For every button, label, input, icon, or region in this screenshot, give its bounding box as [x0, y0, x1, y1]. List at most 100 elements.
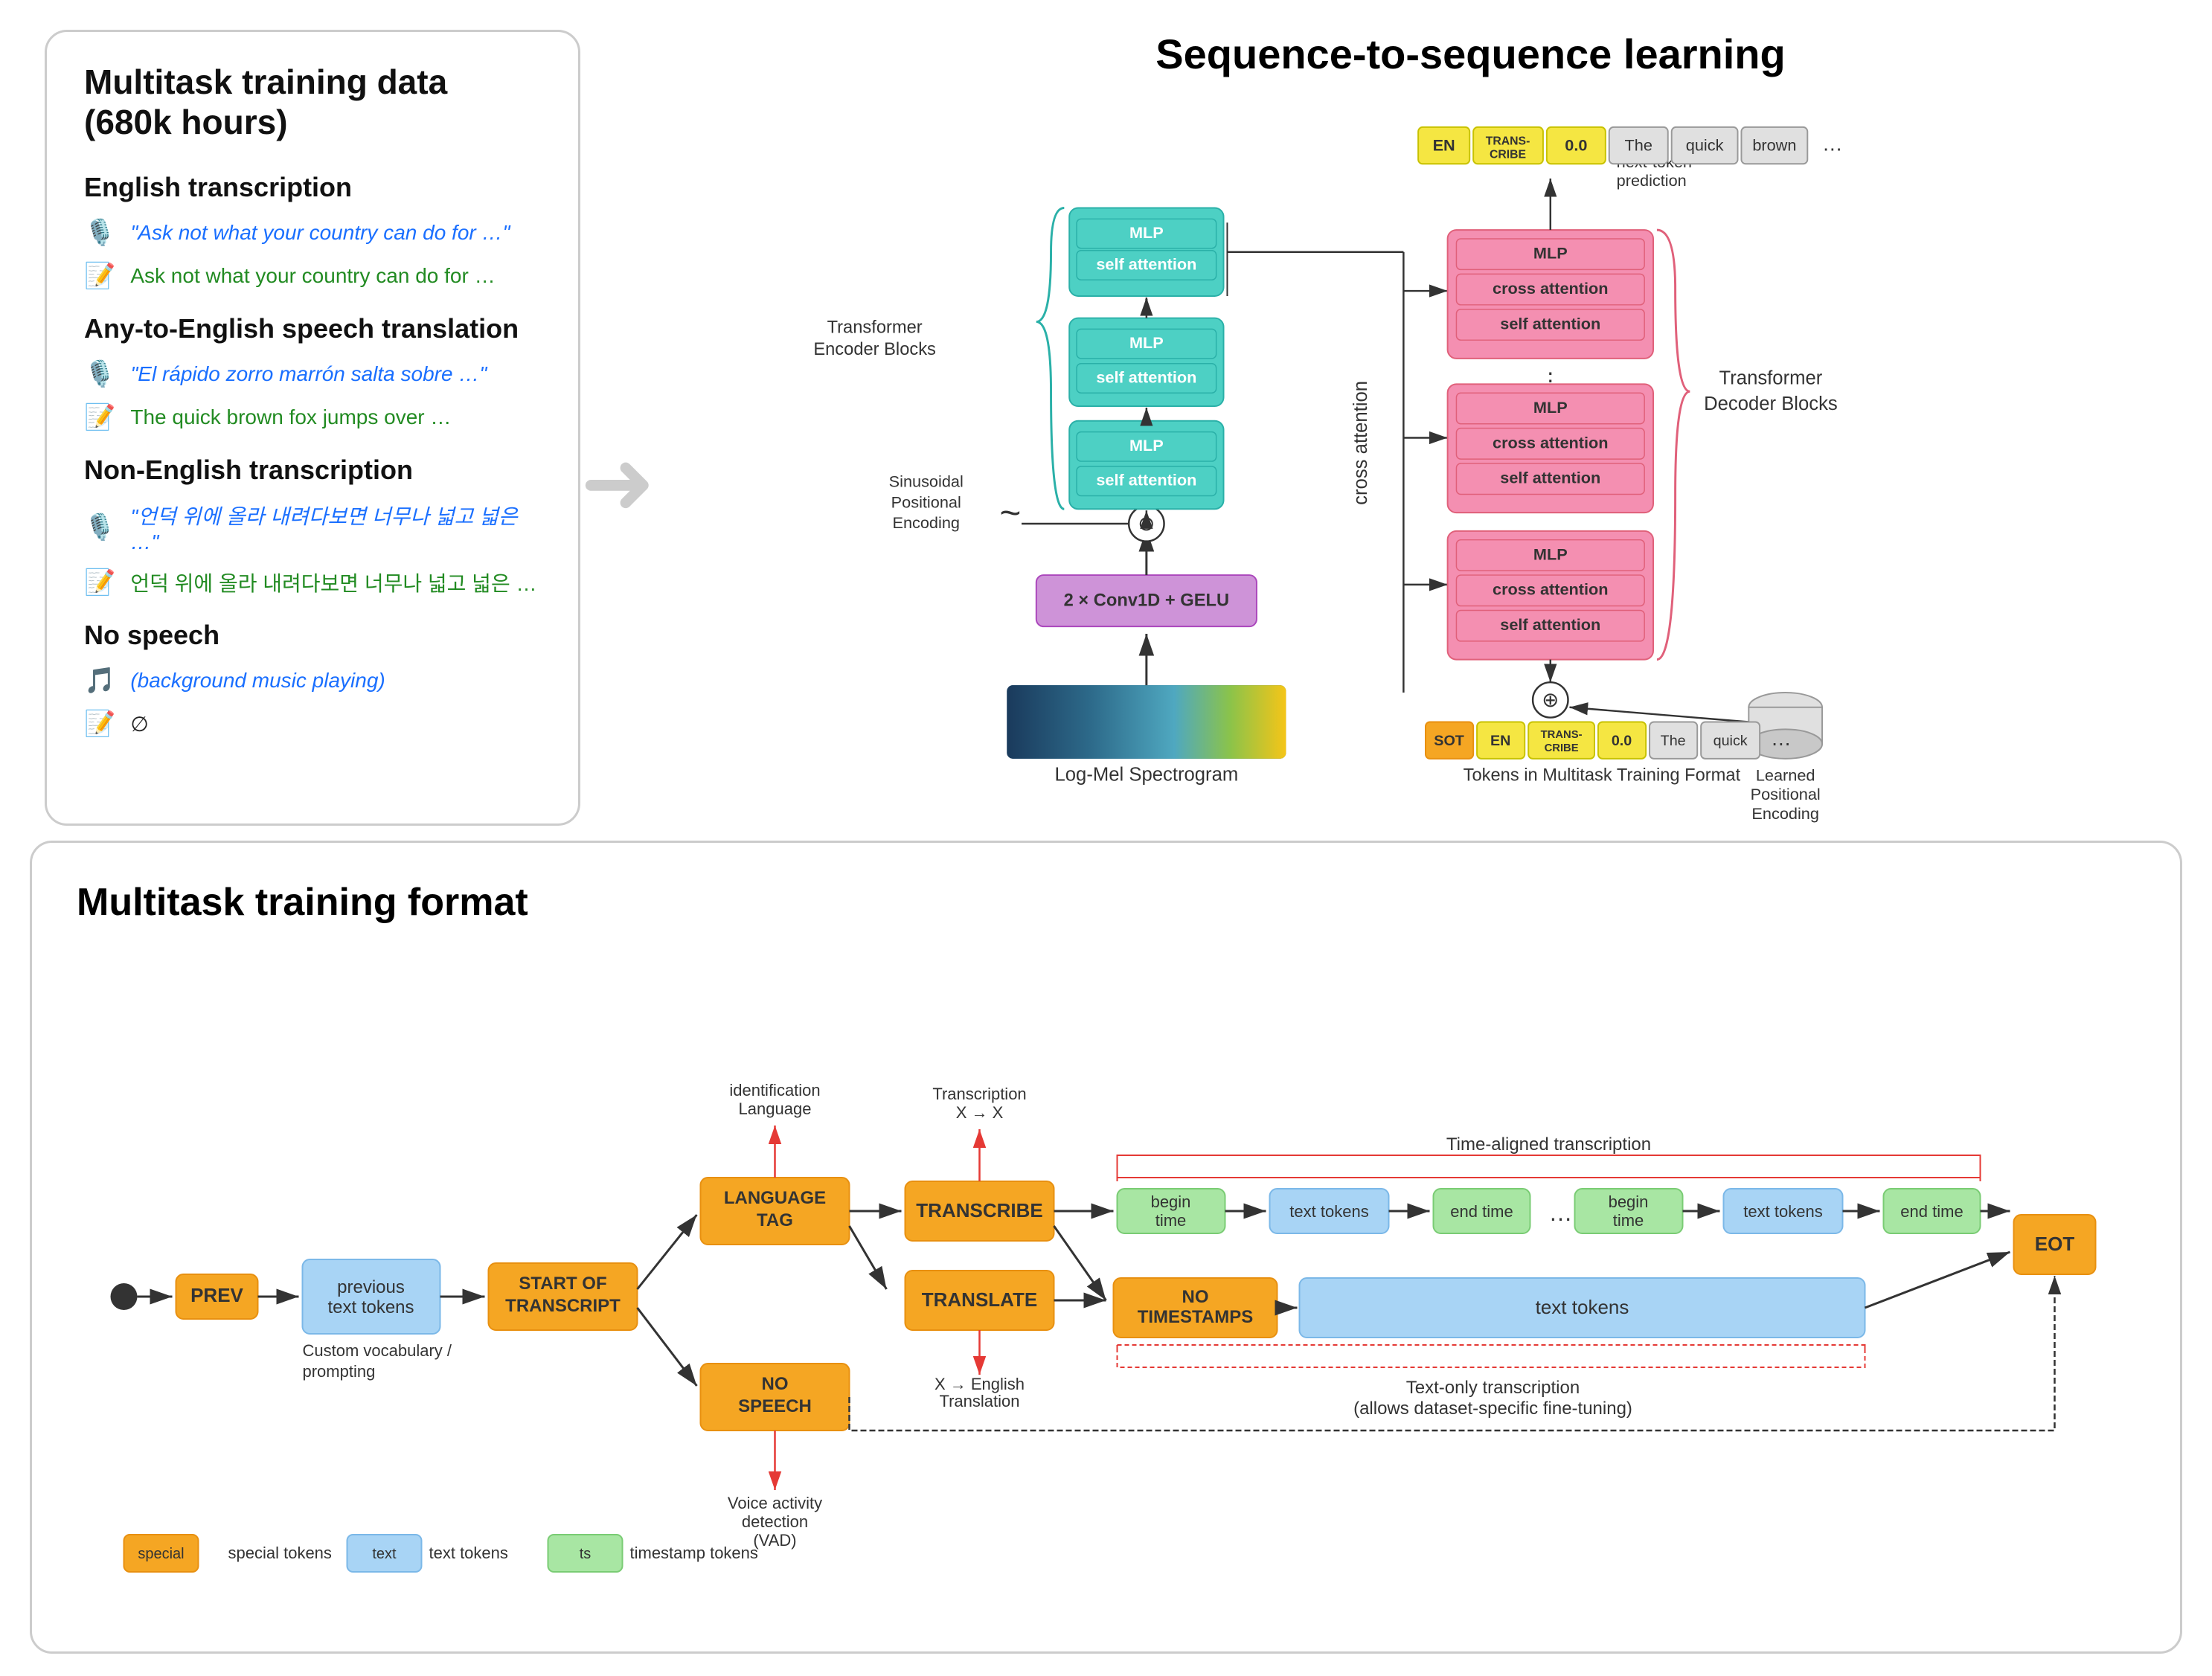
language-tag-label2: TAG	[757, 1210, 793, 1230]
in-token-dots: …	[1771, 727, 1792, 750]
list-item: 🎙️ "언덕 위에 올라 내려다보면 너무나 넓고 넓은 …"	[84, 501, 541, 554]
english-transcript-text: Ask not what your country can do for …	[130, 264, 495, 288]
in-token-transcribe-label: TRANS-	[1541, 729, 1583, 741]
sin-pos-label3: Encoding	[892, 513, 960, 532]
learned-to-plus-line	[1569, 707, 1748, 722]
dec2-selfatt-label: self attention	[1500, 469, 1600, 487]
translate-label: TRANSLATE	[922, 1288, 1038, 1311]
bottom-title: Multitask training format	[77, 880, 2135, 925]
section-heading-non-english: Non-English transcription	[84, 455, 541, 486]
next-token-label2: prediction	[1617, 171, 1687, 190]
ttl-to-eot-arrow	[1865, 1252, 2010, 1308]
no-timestamps-label2: TIMESTAMPS	[1138, 1307, 1254, 1327]
section-heading-english: English transcription	[84, 172, 541, 203]
seq2seq-title: Sequence-to-sequence learning	[774, 30, 2167, 78]
out-token-the-label: The	[1625, 136, 1652, 155]
language-tag-label1: LANGUAGE	[724, 1188, 826, 1208]
dec1-mlp-label: MLP	[1533, 545, 1568, 563]
tilde-symbol: ~	[999, 492, 1021, 533]
learned-pos-label3: Encoding	[1751, 804, 1819, 823]
korean-transcript-text: 언덕 위에 올라 내려다보면 너무나 넓고 넓은 …	[130, 568, 536, 597]
text-tokens2-label: text tokens	[1743, 1202, 1822, 1221]
no-speech-label2: SPEECH	[738, 1396, 812, 1416]
enc-brace	[1036, 208, 1065, 510]
lang-id-label2: identification	[729, 1081, 820, 1099]
x-to-x-label2: Transcription	[932, 1085, 1026, 1103]
dec1-selfatt-label: self attention	[1500, 615, 1600, 634]
enc1-mlp-label: MLP	[1129, 436, 1164, 455]
in-token-the-label: The	[1661, 733, 1686, 749]
enc3-selfatt-label: self attention	[1096, 254, 1196, 273]
out-token-brown-label: brown	[1752, 136, 1796, 155]
custom-vocab-label1: Custom vocabulary /	[303, 1341, 452, 1360]
enc2-selfatt-label: self attention	[1096, 367, 1196, 386]
text-tokens-label: text tokens	[1289, 1202, 1368, 1221]
out-token-quick-label: quick	[1686, 136, 1724, 155]
legend-special-inner: special	[138, 1546, 184, 1562]
pencil-icon: 📝	[84, 261, 115, 291]
prev-text-tokens-label1: previous	[337, 1277, 405, 1297]
time-aligned-label: Time-aligned transcription	[1446, 1134, 1651, 1155]
dec2-mlp-label: MLP	[1533, 398, 1568, 417]
music-icon: 🎵	[84, 666, 115, 696]
no-speech-label1: NO	[762, 1374, 789, 1394]
begin-time2-label1: begin	[1609, 1192, 1649, 1211]
enc-label-transformer: Transformer	[827, 318, 923, 337]
dec-plus-symbol: ⊕	[1542, 688, 1559, 711]
list-item: 📝 ∅	[84, 709, 541, 739]
list-item: 🎙️ "El rápido zorro marrón salta sobre ……	[84, 359, 541, 389]
legend-timestamp-label: timestamp tokens	[630, 1544, 758, 1562]
vad-label2: detection	[742, 1512, 808, 1531]
in-token-0-label: 0.0	[1612, 733, 1632, 749]
any-to-english-section: Any-to-English speech translation 🎙️ "El…	[84, 313, 541, 432]
sot-label2: TRANSCRIPT	[505, 1296, 621, 1316]
list-item: 📝 언덕 위에 올라 내려다보면 너무나 넓고 넓은 …	[84, 568, 541, 597]
in-token-sot-label: SOT	[1434, 733, 1464, 749]
left-panel: Multitask training data (680k hours) Eng…	[45, 30, 580, 826]
list-item: 🎙️ "Ask not what your country can do for…	[84, 218, 541, 248]
conv-label: 2 × Conv1D + GELU	[1064, 591, 1229, 611]
lang-id-label1: Language	[739, 1099, 812, 1118]
text-only-brace	[1118, 1345, 1865, 1367]
text-only-label1: Text-only transcription	[1406, 1378, 1580, 1398]
korean-audio-text: "언덕 위에 올라 내려다보면 너무나 넓고 넓은 …"	[130, 501, 541, 554]
end-time-label: end time	[1450, 1202, 1513, 1221]
out-token-transcribe-label2: CRIBE	[1490, 148, 1526, 161]
mic-icon: 🎙️	[84, 218, 115, 248]
dec3-crossatt-label: cross attention	[1493, 279, 1609, 298]
no-speech-section: No speech 🎵 (background music playing) 📝…	[84, 620, 541, 739]
pencil-icon: 📝	[84, 402, 115, 432]
legend-timestamp-inner: ts	[580, 1546, 592, 1562]
enc-label-encoder: Encoder Blocks	[813, 340, 936, 359]
end-time2-label: end time	[1900, 1202, 1963, 1221]
transcribe-label: TRANSCRIBE	[916, 1199, 1042, 1221]
cross-att-label: cross attention	[1350, 381, 1371, 505]
seq2seq-area: Sequence-to-sequence learning Log-Mel Sp…	[625, 30, 2167, 826]
no-timestamps-label1: NO	[1182, 1287, 1209, 1307]
enc2-mlp-label: MLP	[1129, 333, 1164, 352]
out-token-en-label: EN	[1433, 136, 1455, 155]
enc3-mlp-label: MLP	[1129, 223, 1164, 242]
learned-pos-label1: Learned	[1756, 765, 1815, 784]
dec-label-decoder: Decoder Blocks	[1704, 394, 1838, 414]
list-item: 📝 The quick brown fox jumps over …	[84, 402, 541, 432]
custom-vocab-label2: prompting	[303, 1362, 376, 1381]
vad-label1: Voice activity	[728, 1494, 822, 1512]
background-music-text: (background music playing)	[130, 669, 385, 693]
begin-time2-label2: time	[1613, 1211, 1644, 1230]
english-translation-text: The quick brown fox jumps over …	[130, 405, 451, 429]
sot-to-ns-arrow	[638, 1308, 697, 1386]
non-english-section: Non-English transcription 🎙️ "언덕 위에 올라 내…	[84, 455, 541, 597]
text-only-label2: (allows dataset-specific fine-tuning)	[1353, 1399, 1632, 1419]
x-to-eng-label2: Translation	[939, 1392, 1019, 1410]
seq2seq-diagram: Log-Mel Spectrogram 2 × Conv1D + GELU ⊕ …	[625, 100, 2167, 829]
list-item: 📝 Ask not what your country can do for …	[84, 261, 541, 291]
mic-icon: 🎙️	[84, 359, 115, 389]
tokens-multitask-label: Tokens in Multitask Training Format	[1464, 765, 1741, 785]
in-token-en-label: EN	[1490, 733, 1510, 749]
spectrogram-label: Log-Mel Spectrogram	[1055, 764, 1239, 785]
spanish-audio-text: "El rápido zorro marrón salta sobre …"	[130, 362, 487, 386]
sin-pos-label2: Positional	[891, 492, 961, 511]
top-section: Multitask training data (680k hours) Eng…	[0, 0, 2212, 841]
out-token-0-label: 0.0	[1565, 136, 1587, 155]
